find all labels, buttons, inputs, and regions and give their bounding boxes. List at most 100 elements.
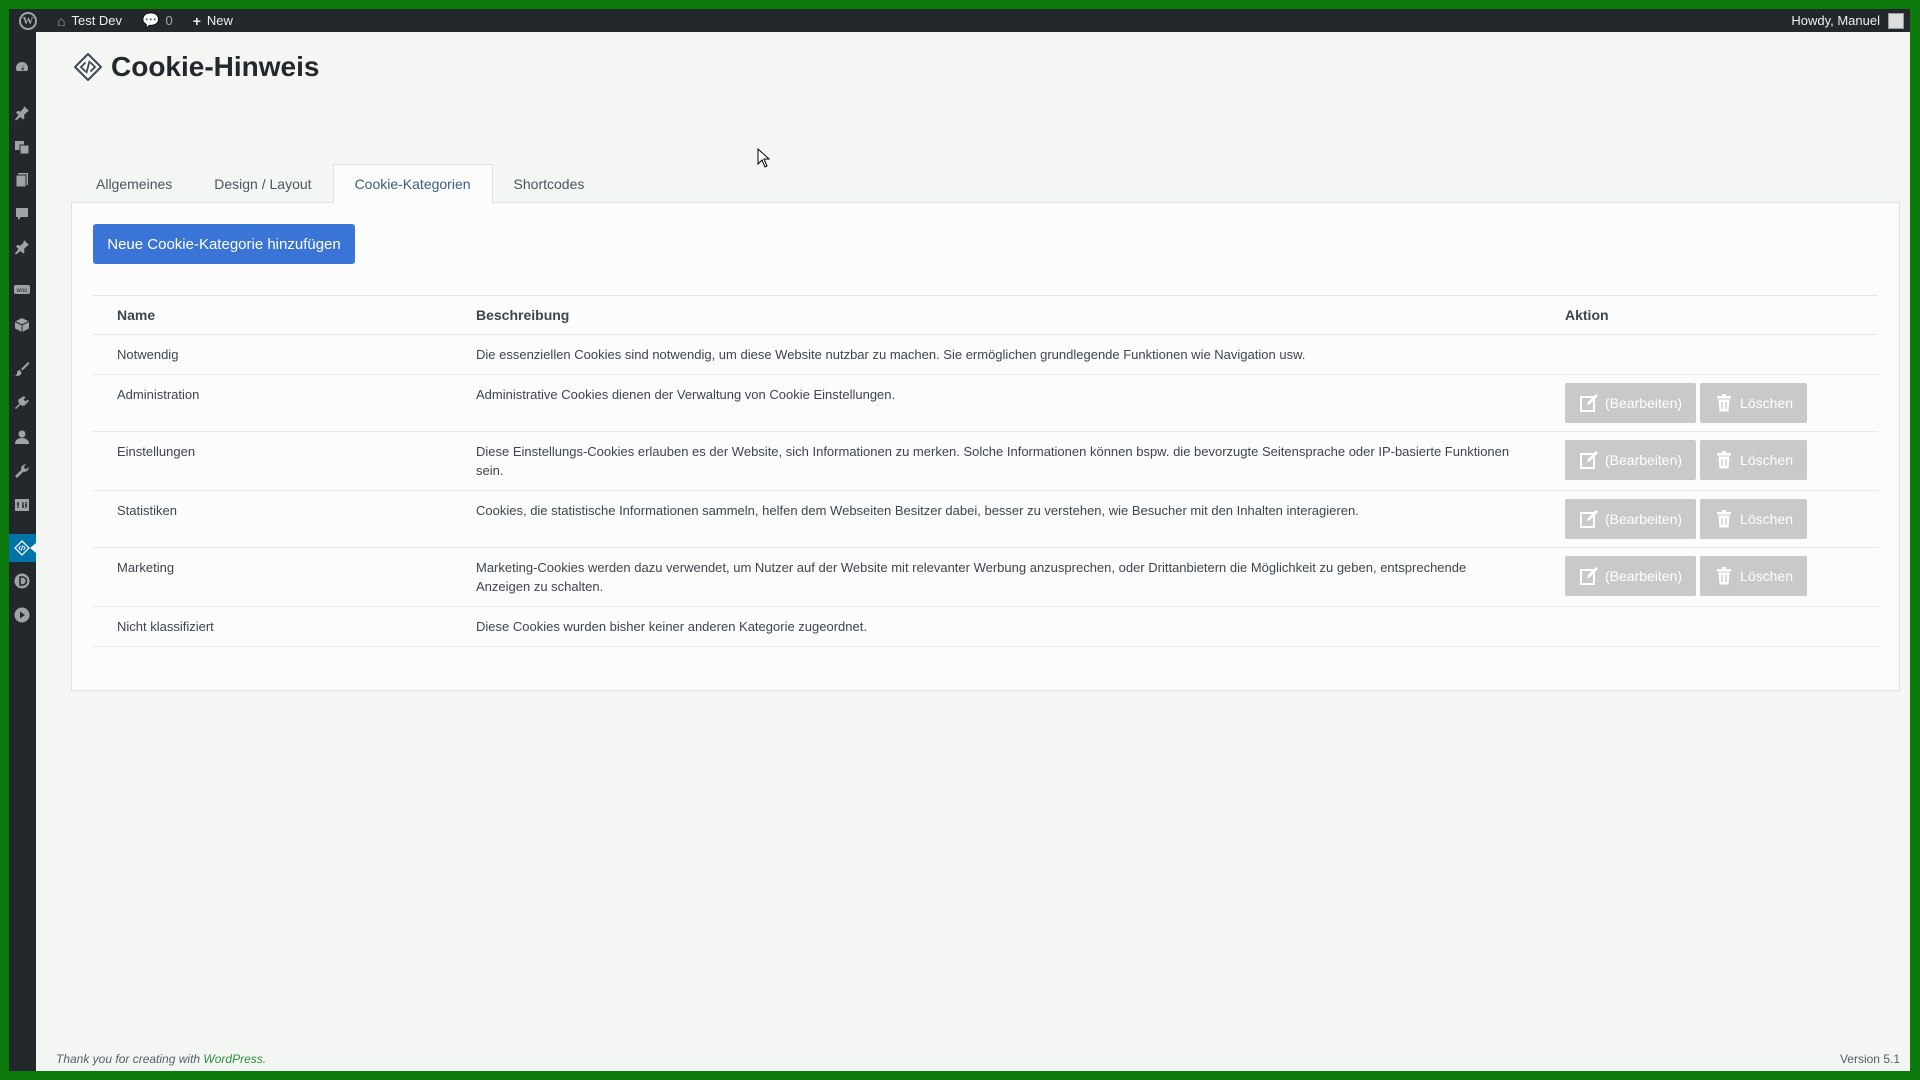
delete-label: Löschen [1740,568,1793,584]
footer-thanks-prefix: Thank you for creating with [56,1052,204,1066]
footer-thanks: Thank you for creating with WordPress. [56,1052,266,1066]
categories-table: Name Beschreibung Aktion Notwendig Die es… [93,295,1878,647]
footer-thanks-suffix: . [262,1052,267,1066]
comments-count: 0 [165,13,173,28]
wordpress-logo-menu[interactable]: W [9,9,47,32]
trash-icon [1717,394,1732,412]
settings-tabs: Allgemeines Design / Layout Cookie-Kateg… [75,157,606,204]
table-row: Nicht klassifiziert Diese Cookies wurden … [93,606,1878,647]
page-title: Cookie-Hinweis [111,51,320,82]
delete-button[interactable]: Löschen [1700,440,1807,480]
delete-button[interactable]: Löschen [1700,383,1807,423]
mouse-cursor-icon [757,148,771,168]
site-name-menu[interactable]: ⌂ Test Dev [47,9,132,32]
edit-label: (Bearbeiten) [1605,452,1683,468]
add-category-button[interactable]: Neue Cookie-Kategorie hinzufügen [93,224,355,264]
avatar [1888,12,1904,29]
pin-icon[interactable] [14,105,30,121]
category-description: Diese Einstellungs-Cookies erlauben es d… [452,431,1541,491]
comment-icon: 💬 [142,12,160,28]
box-icon[interactable] [14,317,30,333]
delete-button[interactable]: Löschen [1700,499,1807,539]
category-description: Die essenziellen Cookies sind notwendig,… [452,334,1541,375]
table-row: Notwendig Die essenziellen Cookies sind n… [93,334,1878,375]
table-row: Marketing Marketing-Cookies werden dazu v… [93,547,1878,607]
cookie-notice-icon[interactable] [14,540,30,556]
edit-icon [1580,567,1598,585]
edit-label: (Bearbeiten) [1605,568,1683,584]
delete-label: Löschen [1740,395,1793,411]
edit-label: (Bearbeiten) [1605,511,1683,527]
d-icon[interactable] [14,573,30,589]
category-description: Administrative Cookies dienen der Verwal… [452,374,1541,432]
trash-icon [1717,567,1732,585]
category-actions: (Bearbeiten) Löschen [1541,431,1878,491]
home-icon: ⌂ [57,12,66,29]
category-name: Marketing [93,547,452,607]
tab-design-layout[interactable]: Design / Layout [193,165,332,203]
footer-version: Version 5.1 [1839,1052,1900,1066]
browser-frame: W ⌂ Test Dev 💬 0 + New Howdy, Manuel woo… [9,9,1910,1071]
trash-icon [1717,451,1732,469]
category-description: Marketing-Cookies werden dazu verwendet,… [452,547,1541,607]
edit-label: (Bearbeiten) [1605,395,1683,411]
pages-icon[interactable] [14,172,30,188]
categories-panel: Neue Cookie-Kategorie hinzufügen Name Be… [71,202,1900,691]
category-actions [1541,606,1878,647]
tab-cookie-kategorien[interactable]: Cookie-Kategorien [332,164,493,204]
plus-icon: + [192,12,201,29]
pin-icon[interactable] [14,239,30,255]
active-menu-arrow [30,543,36,553]
admin-bar: W ⌂ Test Dev 💬 0 + New Howdy, Manuel [9,9,1910,32]
play-icon[interactable] [14,607,30,623]
table-header-row: Name Beschreibung Aktion [93,295,1878,335]
category-actions: (Bearbeiten) Löschen [1541,547,1878,607]
table-row: Administration Administrative Cookies die… [93,374,1878,432]
category-name: Nicht klassifiziert [93,606,452,647]
dashboard-icon[interactable] [14,59,30,75]
users-icon[interactable] [14,429,30,445]
edit-button[interactable]: (Bearbeiten) [1565,556,1697,596]
tab-allgemeines[interactable]: Allgemeines [75,165,193,203]
column-header-action: Aktion [1541,295,1878,335]
delete-label: Löschen [1740,511,1793,527]
comments-icon[interactable] [14,206,30,222]
admin-sidebar: woo [9,32,36,1071]
edit-button[interactable]: (Bearbeiten) [1565,383,1697,423]
category-description: Diese Cookies wurden bisher keiner ander… [452,606,1541,647]
appearance-icon[interactable] [14,361,30,377]
settings-icon[interactable] [14,497,30,513]
edit-button[interactable]: (Bearbeiten) [1565,499,1697,539]
column-header-name: Name [93,295,452,335]
table-row: Statistiken Cookies, die statistische Inf… [93,490,1878,548]
media-icon[interactable] [14,139,30,155]
category-name: Administration [93,374,452,432]
trash-icon [1717,510,1732,528]
wordpress-logo-icon: W [19,11,37,30]
greeting: Howdy, Manuel [1791,13,1880,28]
delete-label: Löschen [1740,452,1793,468]
category-actions: (Bearbeiten) Löschen [1541,490,1878,548]
edit-button[interactable]: (Bearbeiten) [1565,440,1697,480]
new-content-menu[interactable]: + New [183,9,243,32]
woo-icon[interactable]: woo [14,282,30,298]
tools-icon[interactable] [14,463,30,479]
account-menu[interactable]: Howdy, Manuel [1781,9,1910,32]
tab-shortcodes[interactable]: Shortcodes [493,165,606,203]
comments-menu[interactable]: 💬 0 [132,9,183,32]
wordpress-link[interactable]: WordPress [203,1052,262,1066]
category-name: Notwendig [93,334,452,375]
delete-button[interactable]: Löschen [1700,556,1807,596]
table-row: Einstellungen Diese Einstellungs-Cookies … [93,431,1878,491]
category-name: Einstellungen [93,431,452,491]
category-actions: (Bearbeiten) Löschen [1541,374,1878,432]
category-description: Cookies, die statistische Informationen … [452,490,1541,548]
edit-icon [1580,451,1598,469]
page-header: Cookie-Hinweis [73,51,319,83]
category-actions [1541,334,1878,375]
column-header-description: Beschreibung [452,295,1541,335]
edit-icon [1580,510,1598,528]
plugins-icon[interactable] [14,395,30,411]
cookie-notice-icon [74,53,102,81]
edit-icon [1580,394,1598,412]
